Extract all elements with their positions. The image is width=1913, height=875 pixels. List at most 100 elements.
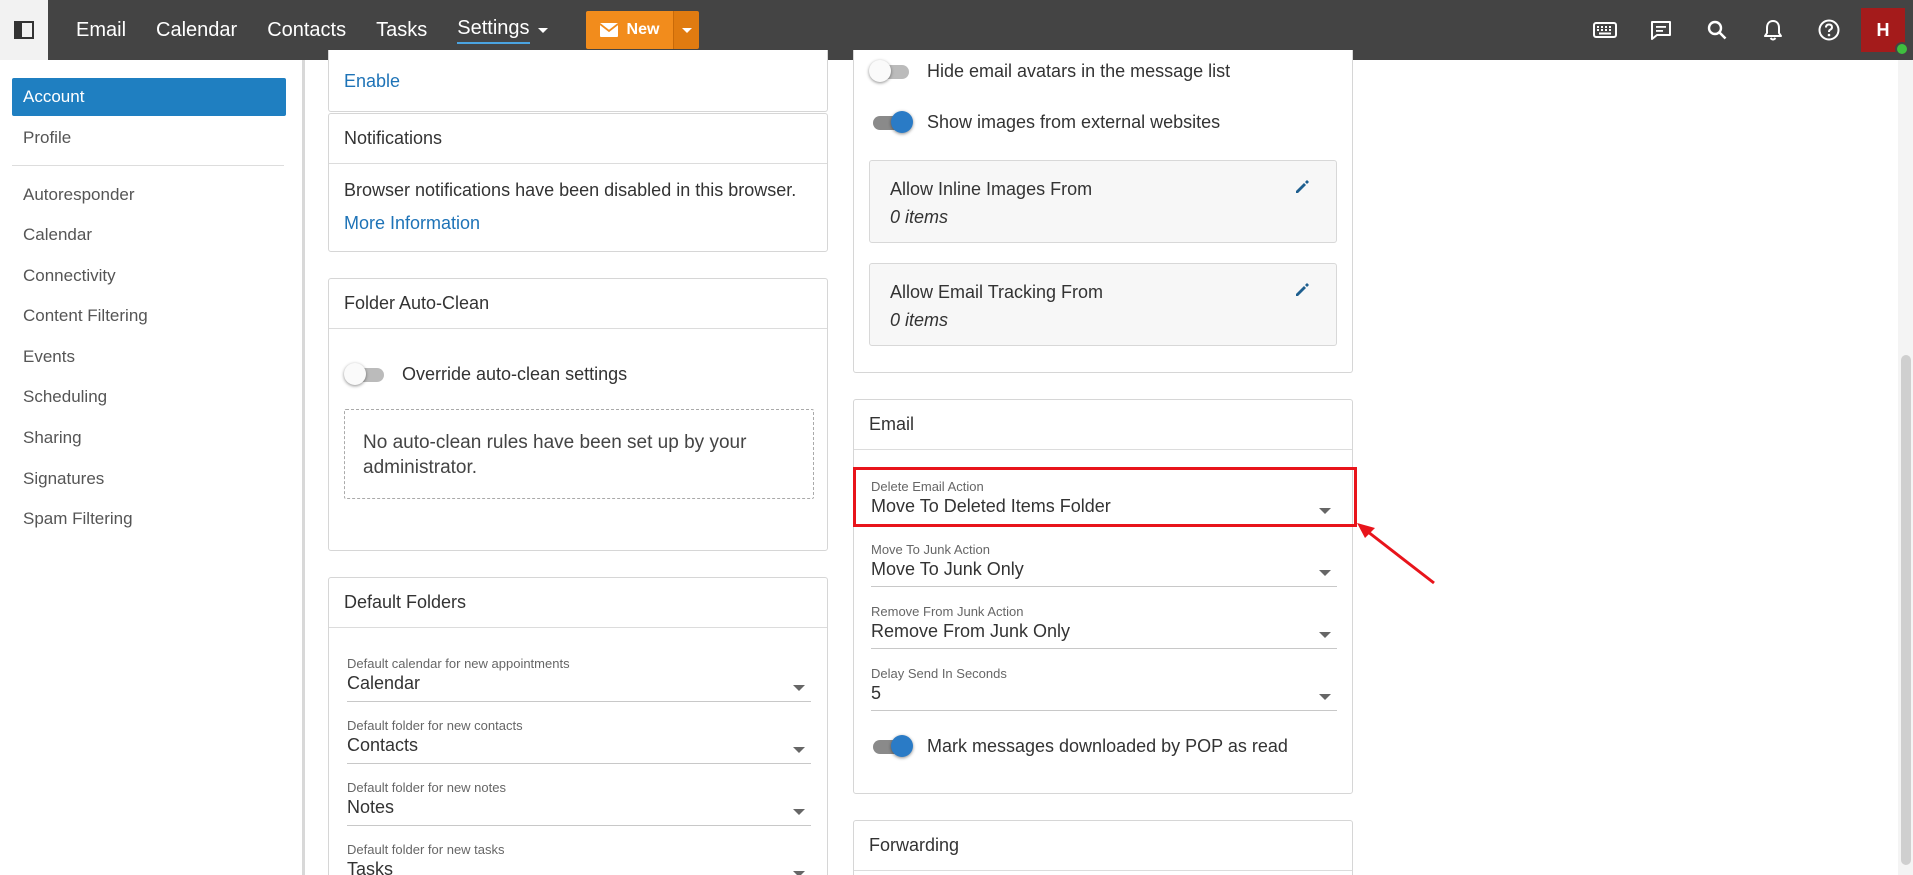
field-value: Contacts <box>347 735 419 755</box>
sidebar-item-calendar[interactable]: Calendar <box>12 216 286 254</box>
nav-calendar-label: Calendar <box>156 18 238 41</box>
field-value: 5 <box>871 683 882 703</box>
new-button[interactable]: New <box>585 11 674 49</box>
field-label: Default folder for new tasks <box>347 842 505 857</box>
sidebar-item-connectivity[interactable]: Connectivity <box>12 257 286 295</box>
chevron-down-icon <box>1319 632 1331 638</box>
keyboard-icon <box>1593 22 1617 38</box>
default-contacts-select[interactable]: Default folder for new contacts Contacts <box>347 718 811 764</box>
sidebar-item-spam-filtering[interactable]: Spam Filtering <box>12 500 286 538</box>
override-auto-clean-label: Override auto-clean settings <box>402 363 628 384</box>
search-button[interactable] <box>1689 0 1745 60</box>
online-status-icon <box>1895 42 1909 56</box>
avatar-initial: H <box>1876 19 1890 40</box>
field-label: Delay Send In Seconds <box>871 666 1007 681</box>
more-information-link[interactable]: More Information <box>344 213 480 234</box>
forwarding-title: Forwarding <box>854 821 1352 871</box>
allow-inline-images-box: Allow Inline Images From 0 items <box>869 160 1337 243</box>
sidebar-item-label: Sharing <box>23 428 82 447</box>
display-settings-card: Hide email avatars in the message list S… <box>853 50 1353 373</box>
allow-inline-images-title: Allow Inline Images From <box>890 179 1093 199</box>
keyboard-shortcuts-button[interactable] <box>1577 0 1633 60</box>
chevron-down-icon <box>793 685 805 691</box>
sidebar-item-label: Events <box>23 347 75 366</box>
folder-auto-clean-title: Folder Auto-Clean <box>329 279 827 329</box>
sidebar-item-sharing[interactable]: Sharing <box>12 419 286 457</box>
notifications-card: Notifications Browser notifications have… <box>328 113 828 252</box>
nav-calendar[interactable]: Calendar <box>156 19 237 42</box>
sidebar-splitter[interactable] <box>302 60 305 875</box>
notifications-button[interactable] <box>1745 0 1801 60</box>
chevron-down-icon <box>793 809 805 815</box>
hide-avatars-toggle[interactable] <box>869 60 913 82</box>
pop-mark-read-toggle[interactable] <box>869 735 913 757</box>
override-auto-clean-row: Override auto-clean settings <box>344 363 627 385</box>
search-icon <box>1707 20 1727 40</box>
chevron-down-icon <box>1319 694 1331 700</box>
help-icon <box>1818 19 1840 41</box>
default-notes-select[interactable]: Default folder for new notes Notes <box>347 780 811 826</box>
new-button-group: New <box>585 11 700 49</box>
sidebar-item-autoresponder[interactable]: Autoresponder <box>12 176 286 214</box>
allow-email-tracking-count: 0 items <box>890 310 949 330</box>
hide-avatars-label: Hide email avatars in the message list <box>927 60 1231 81</box>
field-value: Remove From Junk Only <box>871 621 1071 641</box>
chevron-down-icon <box>681 27 692 33</box>
nav-email-label: Email <box>76 18 127 41</box>
nav-settings[interactable]: Settings <box>457 17 548 44</box>
sidebar-item-label: Autoresponder <box>23 185 135 204</box>
override-auto-clean-toggle[interactable] <box>344 363 388 385</box>
chevron-down-icon <box>793 747 805 753</box>
enable-link[interactable]: Enable <box>344 71 400 92</box>
external-images-label: Show images from external websites <box>927 111 1221 132</box>
sidebar-item-signatures[interactable]: Signatures <box>12 460 286 498</box>
new-button-label: New <box>626 21 660 38</box>
notifications-message: Browser notifications have been disabled… <box>344 180 797 200</box>
scrollbar-thumb[interactable] <box>1901 355 1911 865</box>
pencil-icon[interactable] <box>1294 282 1310 298</box>
sidebar-item-account[interactable]: Account <box>12 78 286 116</box>
forwarding-card: Forwarding <box>853 820 1353 875</box>
sidebar-item-content-filtering[interactable]: Content Filtering <box>12 297 286 335</box>
sidebar-item-profile[interactable]: Profile <box>12 119 286 157</box>
sidebar-item-events[interactable]: Events <box>12 338 286 376</box>
chat-icon <box>1651 21 1671 40</box>
field-value: Notes <box>347 797 395 817</box>
sidebar-item-label: Calendar <box>23 225 92 244</box>
pop-mark-read-label: Mark messages downloaded by POP as read <box>927 735 1288 756</box>
default-folders-card: Default Folders Default calendar for new… <box>328 577 828 875</box>
pop-mark-read-row: Mark messages downloaded by POP as read <box>869 735 1288 757</box>
external-images-row: Show images from external websites <box>869 111 1220 133</box>
new-dropdown-button[interactable] <box>673 11 700 49</box>
help-button[interactable] <box>1801 0 1857 60</box>
sidebar-item-scheduling[interactable]: Scheduling <box>12 378 286 416</box>
external-images-toggle[interactable] <box>869 111 913 133</box>
bell-icon <box>1764 20 1782 41</box>
sidebar-toggle-button[interactable] <box>0 0 48 60</box>
notifications-title: Notifications <box>329 114 827 164</box>
envelope-icon <box>599 23 618 37</box>
chevron-down-icon <box>793 871 805 875</box>
chat-button[interactable] <box>1633 0 1689 60</box>
highlight-box <box>853 467 1357 527</box>
move-to-junk-action-select[interactable]: Move To Junk Action Move To Junk Only <box>871 542 1337 587</box>
sidebar-item-label: Account <box>23 87 85 106</box>
sidebar-item-label: Profile <box>23 128 72 147</box>
user-avatar[interactable]: H <box>1861 8 1909 56</box>
auto-clean-empty-message: No auto-clean rules have been set up by … <box>344 409 814 499</box>
sidebar-item-label: Spam Filtering <box>23 509 133 528</box>
default-tasks-select[interactable]: Default folder for new tasks Tasks <box>347 842 811 875</box>
remove-from-junk-action-select[interactable]: Remove From Junk Action Remove From Junk… <box>871 604 1337 649</box>
nav-email[interactable]: Email <box>76 19 126 42</box>
chevron-down-icon <box>1319 570 1331 576</box>
delay-send-select[interactable]: Delay Send In Seconds 5 <box>871 666 1337 711</box>
nav-tasks[interactable]: Tasks <box>376 19 427 42</box>
pencil-icon[interactable] <box>1294 179 1310 195</box>
nav-contacts[interactable]: Contacts <box>267 19 346 42</box>
settings-sidebar: Account Profile Autoresponder Calendar C… <box>0 60 305 875</box>
sidebar-item-label: Signatures <box>23 469 105 488</box>
email-settings-title: Email <box>854 400 1352 450</box>
sidebar-toggle-icon <box>14 21 34 39</box>
top-icons: H <box>1577 0 1913 60</box>
default-calendar-select[interactable]: Default calendar for new appointments Ca… <box>347 656 811 702</box>
